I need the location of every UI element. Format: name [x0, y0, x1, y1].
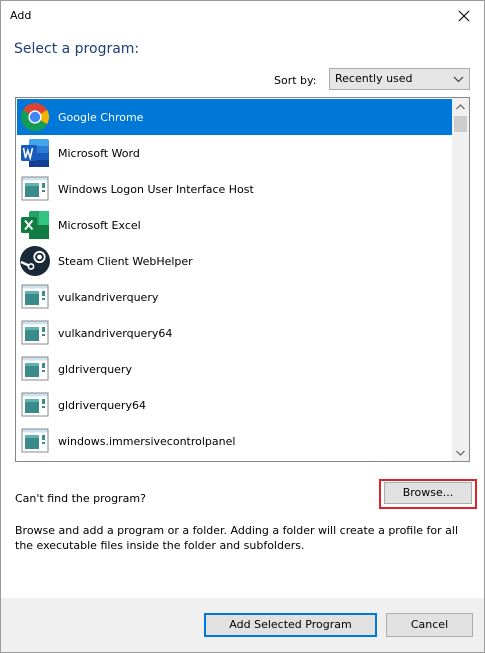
list-item[interactable]: Microsoft Excel [17, 207, 453, 243]
list-item[interactable]: vulkandriverquery64 [17, 315, 453, 351]
list-item-label: Microsoft Word [58, 146, 140, 160]
title-bar[interactable]: Add [1, 1, 484, 31]
chrome-icon [19, 101, 51, 133]
window-title: Add [10, 9, 32, 22]
steam-icon [19, 245, 51, 277]
list-scrollbar[interactable] [452, 98, 469, 461]
app-window-icon [19, 317, 51, 349]
cant-find-label: Can't find the program? [15, 492, 146, 505]
list-item-label: gldriverquery [58, 362, 132, 376]
chevron-up-icon [456, 103, 465, 109]
list-item[interactable]: Google Chrome [17, 99, 453, 135]
chevron-down-icon [453, 76, 464, 83]
list-item[interactable]: Windows Logon User Interface Host [17, 171, 453, 207]
sort-by-label: Sort by: [274, 74, 317, 87]
sort-by-value: Recently used [335, 72, 413, 85]
app-window-icon [19, 281, 51, 313]
word-icon [19, 137, 51, 169]
list-item[interactable]: windows.immersivecontrolpanel [17, 423, 453, 459]
close-icon [458, 10, 470, 22]
page-title: Select a program: [14, 41, 140, 57]
list-item-label: Windows Logon User Interface Host [58, 182, 254, 196]
list-item-label: gldriverquery64 [58, 398, 146, 412]
program-list[interactable]: Google Chrome Microsoft Word Windows Logon… [15, 97, 470, 462]
list-item-label: vulkandriverquery [58, 290, 159, 304]
scroll-up-button[interactable] [452, 98, 469, 115]
cancel-button[interactable]: Cancel [386, 613, 473, 637]
app-window-icon [19, 389, 51, 421]
list-item-label: Steam Client WebHelper [58, 254, 193, 268]
list-item-label: Microsoft Excel [58, 218, 141, 232]
close-button[interactable] [444, 1, 484, 31]
list-item[interactable]: vulkandriverquery [17, 279, 453, 315]
add-program-dialog: Add Select a program: Sort by: Recently … [0, 0, 485, 653]
list-item-label: vulkandriverquery64 [58, 326, 173, 340]
list-item[interactable]: Microsoft Word [17, 135, 453, 171]
scroll-down-button[interactable] [452, 444, 469, 461]
excel-icon [19, 209, 51, 241]
scroll-thumb[interactable] [454, 116, 467, 132]
chevron-down-icon [456, 450, 465, 456]
description-text: Browse and add a program or a folder. Ad… [15, 524, 459, 552]
app-window-icon [19, 353, 51, 385]
browse-button[interactable]: Browse... [384, 482, 472, 504]
add-selected-program-button[interactable]: Add Selected Program [204, 613, 377, 637]
app-window-icon [19, 173, 51, 205]
list-item-label: windows.immersivecontrolpanel [58, 434, 236, 448]
list-item[interactable]: Steam Client WebHelper [17, 243, 453, 279]
list-item[interactable]: gldriverquery [17, 351, 453, 387]
app-window-icon [19, 425, 51, 457]
sort-by-dropdown[interactable]: Recently used [329, 68, 470, 90]
list-item[interactable]: gldriverquery64 [17, 387, 453, 423]
program-list-items: Google Chrome Microsoft Word Windows Logon… [17, 99, 453, 459]
list-item-label: Google Chrome [58, 110, 144, 124]
